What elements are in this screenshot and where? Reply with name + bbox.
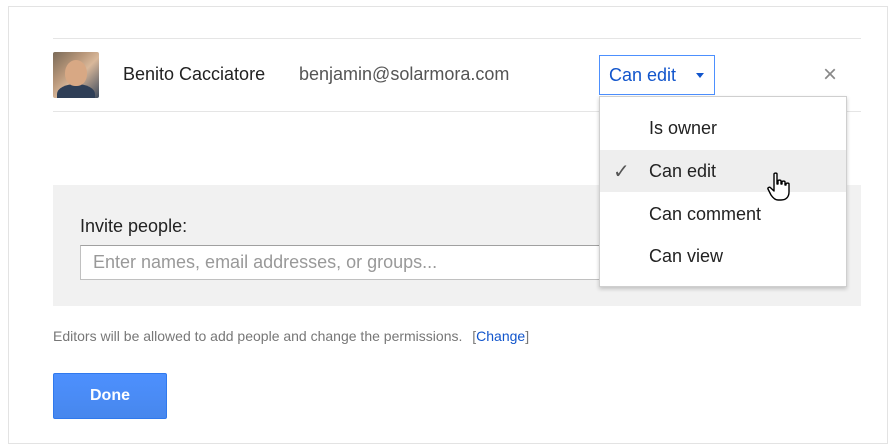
avatar-shirt xyxy=(57,84,95,98)
menu-item-label: Can edit xyxy=(649,161,717,181)
menu-item-label: Is owner xyxy=(649,118,718,138)
change-link[interactable]: Change xyxy=(476,328,525,344)
permissions-note-text: Editors will be allowed to add people an… xyxy=(53,328,463,344)
collaborator-name: Benito Cacciatore xyxy=(123,64,266,84)
menu-item-label: Can comment xyxy=(649,204,762,224)
menu-item-label: Can view xyxy=(649,246,724,266)
note-close-bracket: ] xyxy=(525,328,530,344)
collaborator-email: benjamin@solarmora.com xyxy=(299,64,510,84)
avatar xyxy=(53,52,99,98)
permissions-note: Editors will be allowed to add people an… xyxy=(53,328,529,344)
invite-input[interactable] xyxy=(80,245,610,280)
permission-menu: Is owner ✓ Can edit Can comment Can view xyxy=(599,96,847,287)
check-icon: ✓ xyxy=(613,161,630,183)
menu-item-can-comment[interactable]: Can comment xyxy=(600,193,846,235)
permission-select[interactable]: Can edit xyxy=(599,55,715,95)
done-button[interactable]: Done xyxy=(53,373,167,419)
chevron-down-icon xyxy=(696,73,704,78)
permission-select-label: Can edit xyxy=(609,65,677,85)
menu-item-can-view[interactable]: Can view xyxy=(600,235,846,277)
menu-item-is-owner[interactable]: Is owner xyxy=(600,107,846,149)
avatar-face xyxy=(65,60,87,86)
close-icon[interactable]: × xyxy=(818,63,842,87)
divider-top xyxy=(53,38,861,39)
invite-label: Invite people: xyxy=(80,216,188,236)
menu-item-can-edit[interactable]: ✓ Can edit xyxy=(600,150,846,192)
